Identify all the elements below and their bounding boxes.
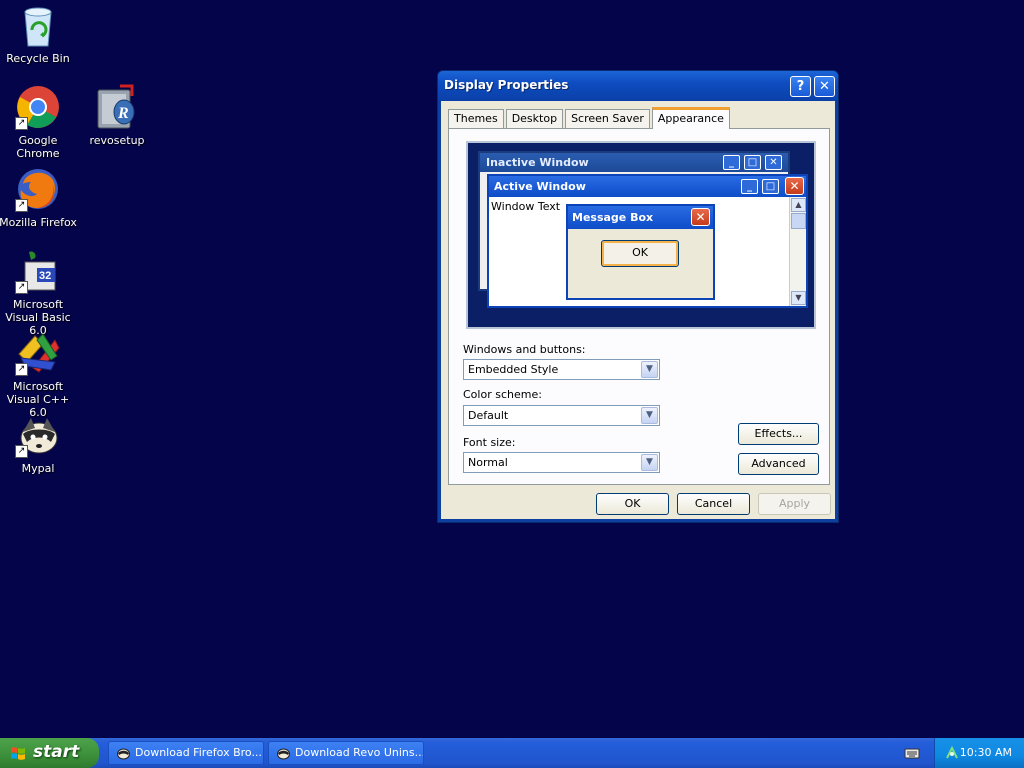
cancel-button[interactable]: Cancel <box>677 493 750 515</box>
start-label: start <box>33 742 80 762</box>
preview-inactive-title: Inactive Window <box>486 156 589 169</box>
mypal-raccoon-icon: ↗ <box>15 412 61 458</box>
preview-ok-button: OK <box>601 240 679 267</box>
minimize-icon: _ <box>741 179 758 194</box>
display-properties-dialog: Display Properties ? ✕ Themes Desktop Sc… <box>437 70 839 523</box>
color-scheme-value: Default <box>468 409 509 422</box>
maximize-icon: □ <box>762 179 779 194</box>
desktop-icon-google-chrome[interactable]: ↗ Google Chrome <box>0 84 78 160</box>
tab-strip: Themes Desktop Screen Saver Appearance <box>448 107 730 129</box>
close-button[interactable]: ✕ <box>814 76 835 97</box>
taskbar-item-label: Download Firefox Bro... <box>135 746 262 759</box>
desktop-icon-revosetup[interactable]: R revosetup <box>77 84 157 147</box>
maximize-icon: □ <box>744 155 761 170</box>
recycle-bin-icon <box>15 2 61 48</box>
tab-appearance[interactable]: Appearance <box>651 107 730 129</box>
tab-desktop[interactable]: Desktop <box>505 109 564 129</box>
svg-text:R: R <box>117 105 129 122</box>
keyboard-icon[interactable] <box>904 746 920 760</box>
revo-installer-icon: R <box>94 84 140 130</box>
scroll-down-icon: ▼ <box>791 291 806 305</box>
scroll-up-icon: ▲ <box>791 198 806 212</box>
chevron-down-icon[interactable]: ▼ <box>641 407 658 424</box>
desktop-icon-visual-cpp[interactable]: ↗ Microsoft Visual C++ 6.0 <box>0 330 78 419</box>
taskbar-item-firefox-download[interactable]: Download Firefox Bro... <box>108 741 264 765</box>
windows-buttons-select[interactable]: Embedded Style ▼ <box>463 359 660 380</box>
chrome-icon: ↗ <box>15 84 61 130</box>
advanced-button[interactable]: Advanced <box>738 453 819 475</box>
mypal-raccoon-icon <box>277 748 290 760</box>
taskbar: start Download Firefox Bro... Download R… <box>0 738 1024 768</box>
minimize-icon: _ <box>723 155 740 170</box>
desktop-icon-recycle-bin[interactable]: Recycle Bin <box>0 2 78 65</box>
appearance-panel: Inactive Window _ □ ✕ Active Window _ □ … <box>448 128 830 485</box>
shortcut-arrow-icon: ↗ <box>15 281 28 294</box>
icon-label: Mozilla Firefox <box>0 216 77 229</box>
font-size-label: Font size: <box>463 436 516 449</box>
appearance-preview: Inactive Window _ □ ✕ Active Window _ □ … <box>466 141 816 329</box>
clock[interactable]: 10:30 AM <box>960 746 1012 759</box>
preview-message-box: Message Box ✕ OK <box>566 204 715 300</box>
shortcut-arrow-icon: ↗ <box>15 117 28 130</box>
ok-button[interactable]: OK <box>596 493 669 515</box>
windows-buttons-label: Windows and buttons: <box>463 343 586 356</box>
preview-active-title: Active Window <box>494 180 586 193</box>
font-size-value: Normal <box>468 456 508 469</box>
desktop-icon-mypal[interactable]: ↗ Mypal <box>0 412 78 475</box>
taskbar-item-label: Download Revo Unins... <box>295 746 424 759</box>
apply-button[interactable]: Apply <box>758 493 831 515</box>
shortcut-arrow-icon: ↗ <box>15 199 28 212</box>
shortcut-arrow-icon: ↗ <box>15 363 28 376</box>
visual-cpp-icon: ↗ <box>15 330 61 376</box>
firefox-icon: ↗ <box>15 166 61 212</box>
icon-label: Mypal <box>21 462 55 475</box>
effects-button[interactable]: Effects... <box>738 423 819 445</box>
close-icon: ✕ <box>691 208 710 226</box>
mypal-raccoon-icon <box>117 748 130 760</box>
color-scheme-label: Color scheme: <box>463 388 542 401</box>
icon-label: Recycle Bin <box>6 52 70 65</box>
network-status-icon[interactable] <box>944 745 960 761</box>
icon-label: revosetup <box>89 134 145 147</box>
close-icon: ✕ <box>765 155 782 170</box>
system-tray: 10:30 AM <box>934 738 1024 768</box>
taskbar-item-revo-download[interactable]: Download Revo Unins... <box>268 741 424 765</box>
help-button[interactable]: ? <box>790 76 811 97</box>
font-size-select[interactable]: Normal ▼ <box>463 452 660 473</box>
tab-themes[interactable]: Themes <box>448 109 504 129</box>
preview-message-title: Message Box <box>572 211 654 224</box>
preview-scrollbar: ▲ ▼ <box>789 197 806 306</box>
windows-buttons-value: Embedded Style <box>468 363 559 376</box>
dialog-title: Display Properties <box>444 78 569 92</box>
shortcut-arrow-icon: ↗ <box>15 445 28 458</box>
tab-screen-saver[interactable]: Screen Saver <box>565 109 650 129</box>
dialog-titlebar[interactable]: Display Properties ? ✕ <box>438 71 838 101</box>
close-icon: ✕ <box>785 177 804 195</box>
windows-flag-icon <box>11 747 25 760</box>
chevron-down-icon[interactable]: ▼ <box>641 361 658 378</box>
preview-window-text: Window Text <box>491 200 561 213</box>
desktop-icon-visual-basic[interactable]: 32 ↗ Microsoft Visual Basic 6.0 <box>0 248 78 337</box>
dialog-body: Themes Desktop Screen Saver Appearance I… <box>441 101 835 519</box>
visual-basic-icon: 32 ↗ <box>15 248 61 294</box>
chevron-down-icon[interactable]: ▼ <box>641 454 658 471</box>
svg-text:32: 32 <box>39 270 51 282</box>
color-scheme-select[interactable]: Default ▼ <box>463 405 660 426</box>
desktop-icon-mozilla-firefox[interactable]: ↗ Mozilla Firefox <box>0 166 78 229</box>
start-button[interactable]: start <box>0 738 99 768</box>
scroll-thumb <box>791 213 806 229</box>
icon-label: Google Chrome <box>16 134 60 160</box>
